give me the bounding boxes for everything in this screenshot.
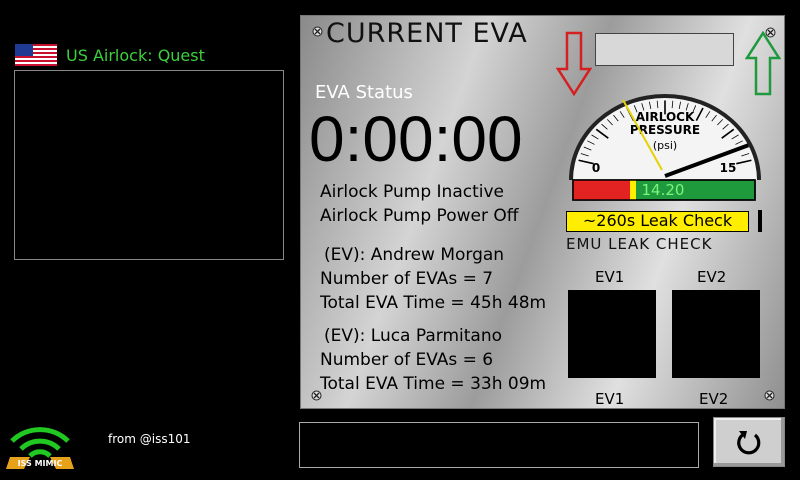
ev2-bottom-label: EV2 bbox=[699, 390, 729, 408]
title-display-box bbox=[595, 33, 734, 66]
emu-leak-check-label: EMU LEAK CHECK bbox=[566, 235, 713, 253]
screw-icon bbox=[764, 390, 775, 401]
crew-1-name: (EV): Andrew Morgan bbox=[324, 245, 505, 265]
crew-2-name: (EV): Luca Parmitano bbox=[324, 326, 503, 346]
ev1-top-label: EV1 bbox=[595, 268, 625, 286]
eva-status-label: EVA Status bbox=[315, 82, 413, 103]
eva-timer: 0:00:00 bbox=[309, 103, 523, 175]
ev1-bottom-label: EV1 bbox=[595, 390, 625, 408]
video-feed-box bbox=[14, 70, 284, 260]
airlock-title: US Airlock: Quest bbox=[66, 46, 205, 65]
pump-power-line: Airlock Pump Power Off bbox=[320, 206, 519, 226]
arrow-down-icon bbox=[556, 31, 592, 96]
gauge-max-label: 15 bbox=[720, 161, 737, 175]
message-box bbox=[299, 422, 699, 468]
crew-2-evas: Number of EVAs = 6 bbox=[320, 350, 494, 370]
arrow-up-icon bbox=[745, 31, 781, 96]
refresh-icon bbox=[737, 431, 761, 455]
screw-icon bbox=[312, 26, 323, 37]
leak-check-tick bbox=[758, 210, 762, 232]
ev1-box bbox=[568, 290, 656, 378]
leak-check-label: ~260s Leak Check bbox=[566, 211, 749, 232]
crew-1-time: Total EVA Time = 45h 48m bbox=[320, 293, 547, 313]
pressure-value: 14.20 bbox=[642, 181, 685, 199]
refresh-button[interactable] bbox=[713, 417, 785, 467]
logo-text: ISS MIMIC bbox=[18, 459, 63, 468]
panel-title: CURRENT EVA bbox=[326, 18, 528, 49]
pressure-bar-red-zone bbox=[573, 180, 631, 200]
us-flag-icon bbox=[15, 44, 57, 66]
pump-status-line: Airlock Pump Inactive bbox=[320, 182, 505, 202]
current-eva-panel: CURRENT EVA EVA Status 0:00:00 Airlock P… bbox=[300, 15, 785, 409]
pressure-bar-marker bbox=[630, 180, 636, 200]
iss-mimic-logo: ISS MIMIC bbox=[6, 427, 74, 469]
from-credit: from @iss101 bbox=[108, 432, 191, 446]
crew-1-evas: Number of EVAs = 7 bbox=[320, 269, 494, 289]
crew-2-time: Total EVA Time = 33h 09m bbox=[320, 374, 547, 394]
ev2-box bbox=[672, 290, 760, 378]
ev2-top-label: EV2 bbox=[697, 268, 727, 286]
gauge-title-line1: AIRLOCK bbox=[636, 110, 695, 124]
gauge-min-label: 0 bbox=[592, 161, 600, 175]
gauge-unit: (psi) bbox=[653, 139, 677, 152]
